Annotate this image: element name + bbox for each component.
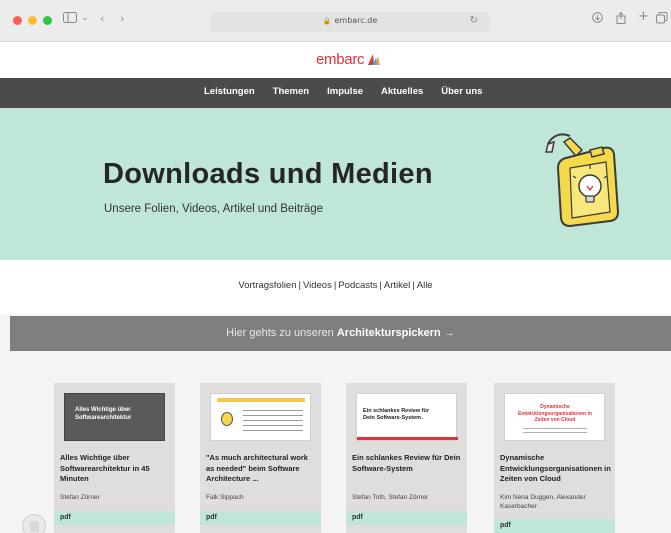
card-author: Kim Nena Duggen, Alexander Kaserbacher [500, 494, 586, 510]
page-title: Downloads und Medien [103, 158, 433, 190]
banner-link[interactable]: Architekturspickern [337, 327, 441, 339]
nav-item-impulse[interactable]: Impulse [327, 86, 363, 97]
url-display: 🔒 embarc.de [210, 16, 490, 25]
card-thumbnail: Dynamische Entwicklungsorganisationen in… [504, 393, 605, 441]
thumbnail-accent-bar [357, 437, 458, 440]
banner-text[interactable]: Hier gehts zu unseren Architekturspicker… [10, 327, 671, 339]
card-file-type: pdf [346, 511, 467, 525]
reload-icon[interactable]: ↻ [470, 15, 478, 26]
card-thumbnail [210, 393, 311, 441]
card-title[interactable]: Ein schlankes Review für Dein Software-S… [352, 453, 464, 474]
card-file-type: pdf [200, 511, 321, 525]
nav-item-themen[interactable]: Themen [273, 86, 309, 97]
nav-item-leistungen[interactable]: Leistungen [204, 86, 255, 97]
card-title[interactable]: "As much architectural work as needed" b… [206, 453, 318, 485]
download-icon[interactable] [592, 12, 603, 26]
browser-toolbar: ⌄ ‹ › 🔒 embarc.de ↻ + [0, 0, 671, 42]
thumbnail-text-lines [243, 410, 303, 432]
chat-icon [30, 521, 39, 532]
filter-podcasts[interactable]: Podcasts [336, 280, 379, 291]
download-card[interactable]: Dynamische Entwicklungsorganisationen in… [494, 383, 615, 533]
card-thumbnail: Ein schlankes Review für Dein Software-S… [356, 393, 458, 441]
arrow-right-icon: → [443, 327, 455, 339]
site-logo[interactable]: embarc [316, 51, 381, 70]
zoom-window-button[interactable] [43, 16, 52, 25]
thumbnail-heading-bar [217, 398, 305, 402]
sidebar-icon[interactable] [63, 12, 77, 26]
card-title[interactable]: Alles Wichtige über Softwarearchitektur … [60, 453, 172, 485]
hero-section: Downloads und Medien Unsere Folien, Vide… [0, 108, 671, 260]
thumbnail-text-lines [523, 428, 587, 436]
site-header: embarc [0, 42, 671, 78]
filter-artikel[interactable]: Artikel [382, 280, 412, 291]
chat-widget-button[interactable] [22, 514, 46, 533]
category-filters: Vortragsfolien | Videos | Podcasts | Artikel | A… [0, 280, 671, 291]
minimize-window-button[interactable] [28, 16, 37, 25]
download-card[interactable]: Ein schlankes Review für Dein Software-S… [346, 383, 467, 533]
lock-icon: 🔒 [322, 17, 332, 25]
logo-text: embarc [316, 51, 365, 68]
card-author: Stefan Toth, Stefan Zörner [352, 494, 429, 501]
architekturspicker-banner[interactable]: Hier gehts zu unseren Architekturspicker… [10, 316, 671, 351]
page-subtitle: Unsere Folien, Videos, Artikel und Beitr… [104, 203, 324, 215]
nav-item-ueber-uns[interactable]: Über uns [441, 86, 482, 97]
url-text: embarc.de [334, 16, 378, 25]
window-controls [13, 16, 52, 25]
nav-item-aktuelles[interactable]: Aktuelles [381, 86, 423, 97]
forward-icon[interactable]: › [120, 12, 124, 25]
close-window-button[interactable] [13, 16, 22, 25]
card-file-type: pdf [494, 519, 615, 533]
new-tab-icon[interactable]: + [638, 9, 649, 24]
filter-vortragsfolien[interactable]: Vortragsfolien [236, 280, 298, 291]
banner-prefix: Hier gehts zu unseren [226, 327, 334, 339]
tabs-icon[interactable] [656, 12, 668, 27]
nav-items: Leistungen Themen Impulse Aktuelles Über… [204, 86, 482, 97]
chevron-down-icon[interactable]: ⌄ [81, 13, 89, 23]
share-icon[interactable] [616, 11, 626, 27]
filter-bar: Vortragsfolien | Videos | Podcasts | Artikel | A… [0, 260, 671, 314]
address-bar[interactable]: 🔒 embarc.de ↻ [210, 12, 490, 32]
thumbnail-title: Ein schlankes Review für Dein Software-S… [363, 408, 430, 421]
card-title[interactable]: Dynamische Entwicklungsorganisationen in… [500, 453, 612, 485]
card-thumbnail: Alles Wichtige über Softwarearchitektur [64, 393, 165, 441]
filter-alle[interactable]: Alle [415, 280, 435, 291]
thumbnail-title: Dynamische Entwicklungsorganisationen in… [518, 404, 592, 423]
filter-videos[interactable]: Videos [301, 280, 334, 291]
card-author: Stefan Zörner [60, 494, 100, 501]
main-navigation: Leistungen Themen Impulse Aktuelles Über… [0, 78, 671, 108]
card-author: Falk Sippach [206, 494, 244, 501]
fuel-can-illustration [540, 128, 624, 242]
thumbnail-bulb-icon [221, 412, 233, 426]
card-file-type: pdf [54, 511, 175, 525]
logo-mark-icon [367, 53, 381, 70]
thumbnail-title: Alles Wichtige über Softwarearchitektur [75, 407, 132, 421]
download-card[interactable]: "As much architectural work as needed" b… [200, 383, 321, 533]
download-card[interactable]: Alles Wichtige über Softwarearchitektur … [54, 383, 175, 533]
back-icon[interactable]: ‹ [100, 12, 104, 25]
